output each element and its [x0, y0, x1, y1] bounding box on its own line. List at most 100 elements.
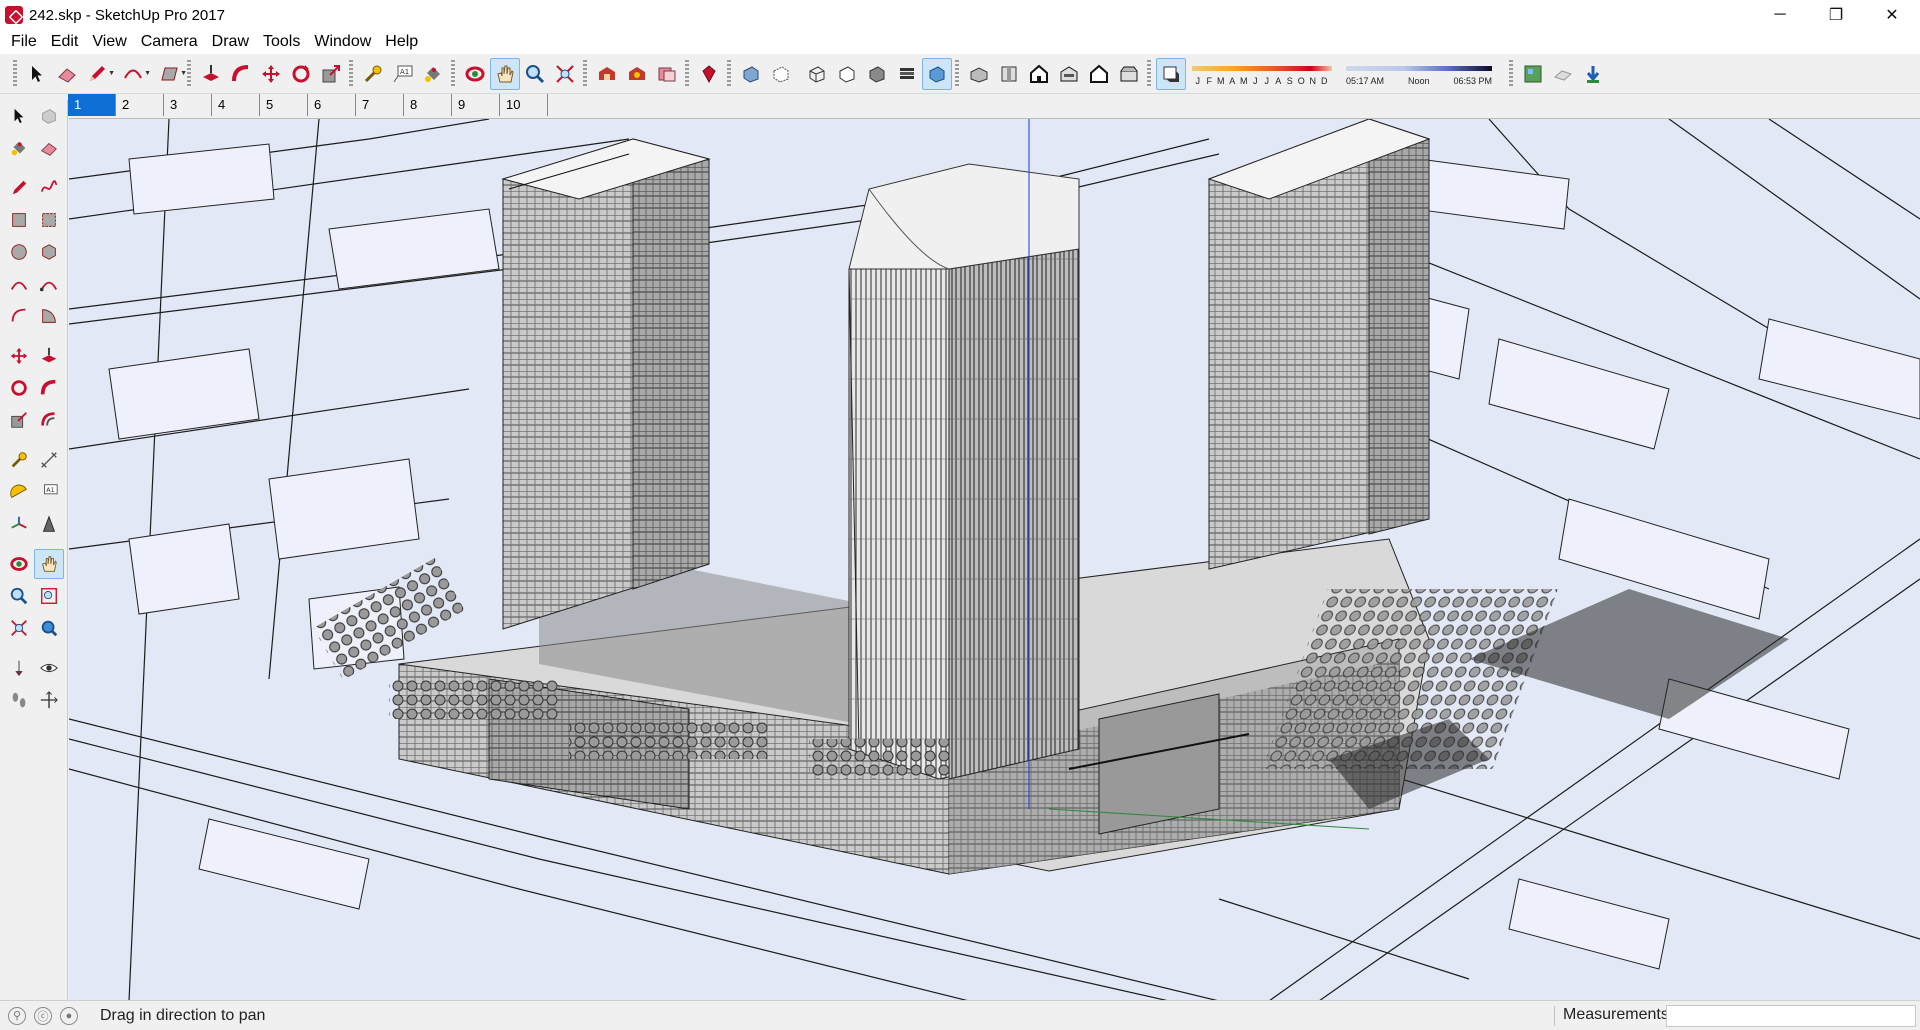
pencil-tool-button[interactable]: ▼	[82, 58, 115, 90]
scene-tab-10[interactable]: 10	[500, 94, 548, 116]
arc-tool-button[interactable]: ▼	[118, 58, 151, 90]
shaded-textures-style-button[interactable]	[892, 58, 922, 90]
shadows-toggle-button[interactable]	[1156, 57, 1186, 90]
previous-view-button[interactable]	[34, 613, 64, 643]
rotated-rectangle-tool-button[interactable]	[34, 205, 64, 235]
monochrome-style-button[interactable]	[922, 57, 952, 90]
paint-bucket-tool-button[interactable]	[4, 133, 34, 163]
photo-textures-button[interactable]	[1578, 58, 1608, 90]
credits-icon[interactable]: ⓒ	[34, 1006, 52, 1025]
axes-tool-button[interactable]	[4, 509, 34, 539]
circle-tool-button[interactable]	[4, 237, 34, 267]
minimize-button[interactable]: ─	[1752, 0, 1808, 30]
eraser-tool-button[interactable]	[34, 133, 64, 163]
back-edges-style-button[interactable]	[766, 58, 796, 90]
menu-draw[interactable]: Draw	[205, 31, 256, 53]
iso-view-button[interactable]	[964, 58, 994, 90]
text-tool-button[interactable]: A1	[34, 477, 64, 507]
menu-edit[interactable]: Edit	[44, 31, 86, 53]
rotate-tool-button[interactable]	[4, 373, 34, 403]
scene-tab-7[interactable]: 7	[356, 94, 404, 116]
line-tool-button[interactable]	[4, 173, 34, 203]
move-tool-button[interactable]	[4, 341, 34, 371]
arc-tool-button[interactable]	[4, 269, 34, 299]
tape-measure-tool-button[interactable]	[4, 445, 34, 475]
position-camera-tool-button[interactable]	[4, 653, 34, 683]
rectangle-tool-button[interactable]	[4, 205, 34, 235]
push-pull-tool-button[interactable]	[196, 58, 226, 90]
menu-help[interactable]: Help	[378, 31, 425, 53]
drawing-viewport[interactable]	[69, 118, 1920, 1000]
scale-tool-button[interactable]	[4, 405, 34, 435]
ruby-console-button[interactable]	[694, 58, 724, 90]
offset-tool-button[interactable]	[34, 405, 64, 435]
shadow-month-slider[interactable]: J F M A M J J A S O N D	[1192, 58, 1332, 90]
shaded-style-button[interactable]	[862, 58, 892, 90]
toggle-terrain-button[interactable]	[1548, 58, 1578, 90]
top-view-button[interactable]	[994, 58, 1024, 90]
maximize-button[interactable]: ❐	[1808, 0, 1864, 30]
3d-text-tool-button[interactable]	[34, 509, 64, 539]
dimension-tool-button[interactable]	[34, 445, 64, 475]
tape-measure-tool-button[interactable]	[358, 58, 388, 90]
text-tool-button[interactable]: A1	[388, 58, 418, 90]
user-account-icon[interactable]: ●	[60, 1006, 78, 1025]
zoom-extents-tool-button[interactable]	[550, 58, 580, 90]
scene-tab-8[interactable]: 8	[404, 94, 452, 116]
freehand-tool-button[interactable]	[34, 173, 64, 203]
pan-tool-button[interactable]	[490, 57, 520, 90]
scene-tab-3[interactable]: 3	[164, 94, 212, 116]
follow-me-tool-button[interactable]	[34, 373, 64, 403]
follow-me-tool-button[interactable]	[226, 58, 256, 90]
zoom-tool-button[interactable]	[520, 58, 550, 90]
menu-camera[interactable]: Camera	[134, 31, 205, 53]
walk-tool-button[interactable]	[4, 685, 34, 715]
scene-tab-6[interactable]: 6	[308, 94, 356, 116]
extension-warehouse-button[interactable]	[622, 58, 652, 90]
scale-tool-button[interactable]	[316, 58, 346, 90]
menu-window[interactable]: Window	[307, 31, 378, 53]
measurements-input[interactable]	[1666, 1005, 1916, 1027]
two-point-arc-tool-button[interactable]	[34, 269, 64, 299]
orbit-tool-button[interactable]	[460, 58, 490, 90]
pie-tool-button[interactable]	[34, 301, 64, 331]
eraser-tool-button[interactable]	[52, 58, 82, 90]
menu-tools[interactable]: Tools	[256, 31, 307, 53]
toolbar-grip[interactable]	[13, 59, 17, 88]
scene-tab-1[interactable]: 1	[68, 94, 116, 116]
front-view-button[interactable]	[1024, 58, 1054, 90]
push-pull-tool-button[interactable]	[34, 341, 64, 371]
shadow-time-slider[interactable]: 05:17 AM Noon 06:53 PM	[1346, 58, 1492, 90]
hidden-line-style-button[interactable]	[832, 58, 862, 90]
scene-tab-5[interactable]: 5	[260, 94, 308, 116]
left-view-button[interactable]	[1114, 58, 1144, 90]
orbit-tool-button[interactable]	[4, 549, 34, 579]
scene-tab-4[interactable]: 4	[212, 94, 260, 116]
zoom-window-tool-button[interactable]	[34, 581, 64, 611]
zoom-tool-button[interactable]	[4, 581, 34, 611]
xray-style-button[interactable]	[736, 58, 766, 90]
close-button[interactable]: ✕	[1864, 0, 1920, 30]
3d-warehouse-button[interactable]	[592, 58, 622, 90]
right-view-button[interactable]	[1054, 58, 1084, 90]
geo-location-icon[interactable]: ⚲	[8, 1006, 26, 1025]
pan-tool-button[interactable]	[34, 549, 64, 579]
make-component-button[interactable]	[34, 101, 64, 131]
rectangle-tool-button[interactable]: ▼	[154, 58, 187, 90]
send-to-layout-button[interactable]	[652, 58, 682, 90]
three-point-arc-tool-button[interactable]	[4, 301, 34, 331]
select-tool-button[interactable]	[4, 101, 34, 131]
zoom-extents-tool-button[interactable]	[4, 613, 34, 643]
menu-view[interactable]: View	[85, 31, 133, 53]
polygon-tool-button[interactable]	[34, 237, 64, 267]
paint-bucket-tool-button[interactable]	[418, 58, 448, 90]
scene-tab-2[interactable]: 2	[116, 94, 164, 116]
add-location-button[interactable]	[1518, 58, 1548, 90]
scene-tab-9[interactable]: 9	[452, 94, 500, 116]
rotate-tool-button[interactable]	[286, 58, 316, 90]
protractor-tool-button[interactable]	[4, 477, 34, 507]
look-around-tool-button[interactable]	[34, 653, 64, 683]
menu-file[interactable]: File	[4, 31, 44, 53]
section-plane-tool-button[interactable]	[34, 685, 64, 715]
move-tool-button[interactable]	[256, 58, 286, 90]
